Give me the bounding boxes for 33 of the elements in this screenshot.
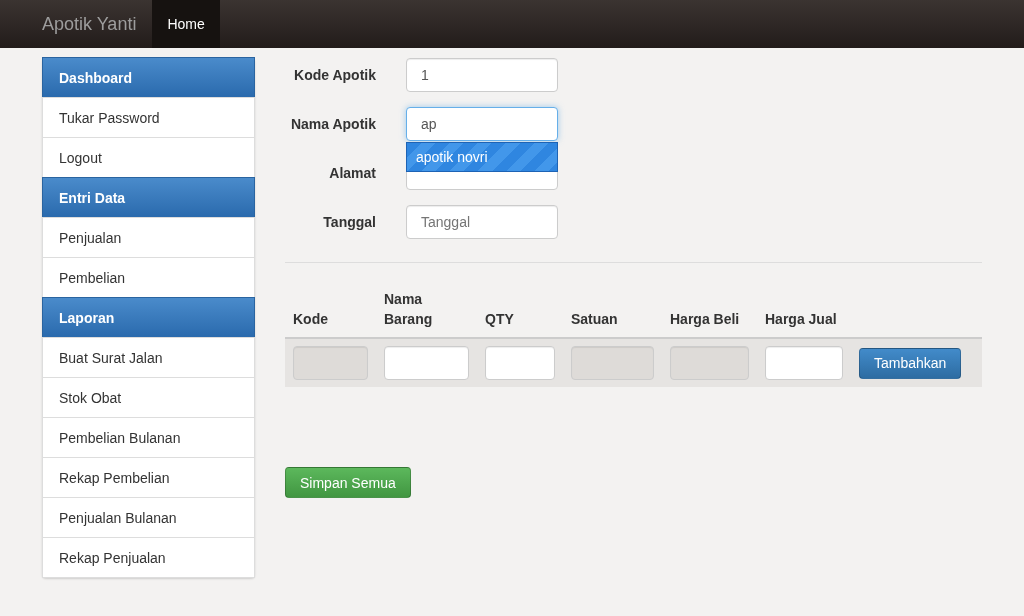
nav-tab[interactable]: Home	[152, 0, 220, 48]
brand: Apotik Yanti	[42, 12, 137, 36]
field-label: Kode Apotik	[293, 67, 376, 83]
suggestion-menu[interactable]: apotik novri	[406, 142, 558, 172]
sidebar-item[interactable]: Pembelian Bulanan	[42, 417, 255, 458]
sidebar-item[interactable]: Rekap Pembelian	[42, 457, 255, 498]
input-field[interactable]	[485, 346, 555, 380]
column-header: Harga Beli	[669, 310, 741, 329]
add-button[interactable]: Tambahkan	[859, 347, 962, 379]
column-header: Harga Jual	[764, 310, 838, 329]
sidebar-header[interactable]: Laporan	[42, 297, 255, 338]
sidebar-header[interactable]: Dashboard	[42, 57, 255, 98]
sidebar-item[interactable]: Pembelian	[42, 257, 255, 298]
input-field[interactable]	[384, 346, 469, 380]
column-header: Kode	[292, 310, 329, 329]
field-label: Alamat	[328, 165, 376, 181]
sidebar-item[interactable]: Rekap Penjualan	[42, 537, 255, 578]
sidebar-item[interactable]: Logout	[42, 137, 255, 178]
field-label: Nama Apotik	[289, 116, 376, 132]
sidebar-item[interactable]: Stok Obat	[42, 377, 255, 418]
column-header: Satuan	[570, 310, 619, 329]
input-field[interactable]: Tanggal	[406, 205, 558, 239]
input-field[interactable]: 1	[406, 58, 558, 92]
input-field[interactable]: ap	[406, 107, 558, 141]
sidebar-item[interactable]: Tukar Password	[42, 97, 255, 138]
column-header: Nama Barang	[383, 290, 434, 329]
sidebar-header[interactable]: Entri Data	[42, 177, 255, 218]
column-header: QTY	[484, 310, 515, 329]
field-label: Tanggal	[322, 214, 376, 230]
sidebar-item[interactable]: Penjualan	[42, 217, 255, 258]
sidebar-item[interactable]: Buat Surat Jalan	[42, 337, 255, 378]
input-field[interactable]	[765, 346, 843, 380]
sidebar-item[interactable]: Penjualan Bulanan	[42, 497, 255, 538]
